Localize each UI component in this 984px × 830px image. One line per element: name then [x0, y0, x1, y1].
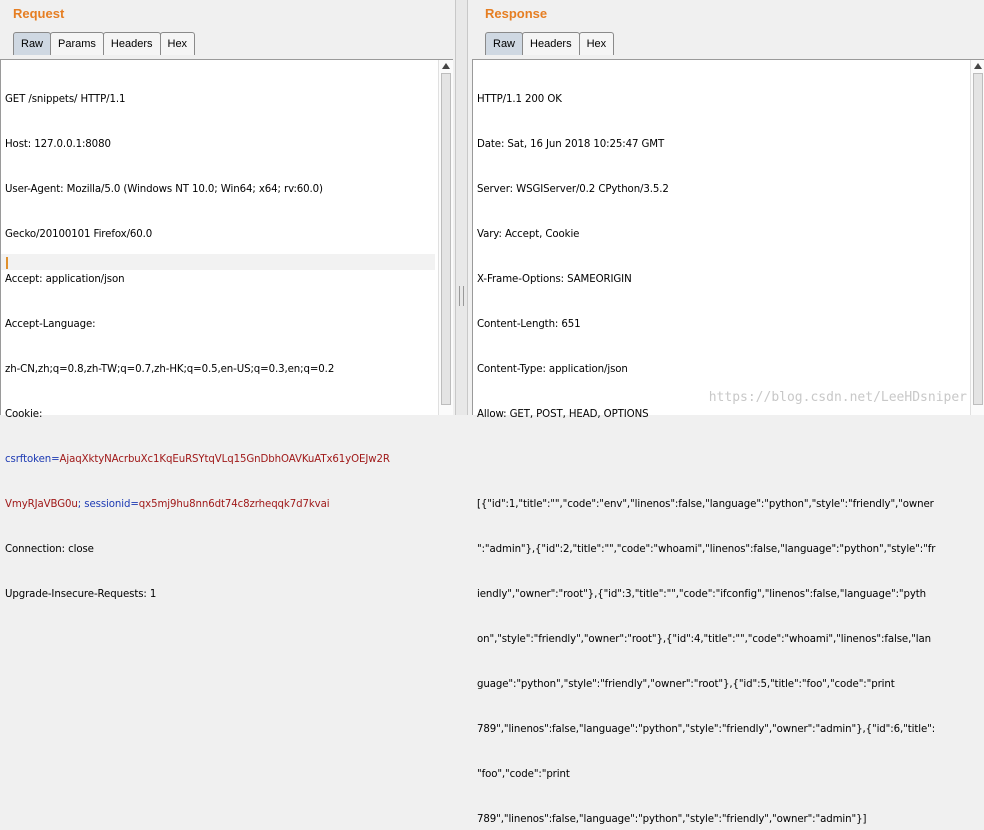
scroll-up-icon[interactable] [442, 63, 450, 69]
response-line: Vary: Accept, Cookie [477, 229, 580, 240]
response-title: Response [485, 6, 548, 21]
request-line: Accept: application/json [5, 274, 125, 285]
scroll-up-icon[interactable] [974, 63, 982, 69]
request-editor[interactable]: GET /snippets/ HTTP/1.1 Host: 127.0.0.1:… [0, 59, 453, 600]
response-line: [{"id":1,"title":"","code":"env","lineno… [477, 499, 934, 510]
tab-raw[interactable]: Raw [485, 32, 524, 55]
cookie-line-1: csrftoken=AjaqXktyNAcrbuXc1KqEuRSYtqVLq1… [5, 454, 390, 465]
response-panel: Response Raw Headers Hex HTTP/1.1 200 OK… [468, 0, 984, 825]
request-line: zh-CN,zh;q=0.8,zh-TW;q=0.7,zh-HK;q=0.5,e… [5, 364, 335, 375]
tab-headers[interactable]: Headers [102, 32, 161, 55]
request-line: User-Agent: Mozilla/5.0 (Windows NT 10.0… [5, 184, 323, 195]
request-line: Host: 127.0.0.1:8080 [5, 139, 111, 150]
scroll-thumb[interactable] [973, 73, 983, 405]
response-line: 789","linenos":false,"language":"python"… [477, 724, 936, 735]
tab-hex[interactable]: Hex [159, 32, 196, 55]
response-line: Server: WSGIServer/0.2 CPython/3.5.2 [477, 184, 669, 195]
split-divider[interactable] [455, 0, 468, 415]
request-tabs: Raw Params Headers Hex [13, 32, 196, 56]
response-line: X-Frame-Options: SAMEORIGIN [477, 274, 632, 285]
request-line: Upgrade-Insecure-Requests: 1 [5, 589, 157, 600]
response-text[interactable]: HTTP/1.1 200 OK Date: Sat, 16 Jun 2018 1… [477, 62, 967, 830]
response-line: HTTP/1.1 200 OK [477, 94, 562, 105]
tab-raw[interactable]: Raw [13, 32, 52, 55]
csrftoken-name: csrftoken [5, 454, 52, 465]
sessionid-value: qx5mj9hu8nn6dt74c8zrheqqk7d7kvai [138, 499, 330, 510]
response-line: ":"admin"},{"id":2,"title":"","code":"wh… [477, 544, 936, 555]
request-title: Request [13, 6, 65, 21]
response-line: Content-Length: 651 [477, 319, 581, 330]
response-line: Date: Sat, 16 Jun 2018 10:25:47 GMT [477, 139, 665, 150]
scroll-thumb[interactable] [441, 73, 451, 405]
response-line: on","style":"friendly","owner":"root"},{… [477, 634, 932, 645]
request-line: Connection: close [5, 544, 94, 555]
tab-headers[interactable]: Headers [522, 32, 580, 55]
request-line: Gecko/20100101 Firefox/60.0 [5, 229, 153, 240]
request-panel: Request Raw Params Headers Hex GET /snip… [0, 0, 455, 600]
csrftoken-value-cont: VmyRJaVBG0u [5, 499, 78, 510]
divider-grip-icon[interactable] [459, 286, 464, 306]
request-line: Accept-Language: [5, 319, 96, 330]
response-line: iendly","owner":"root"},{"id":3,"title":… [477, 589, 927, 600]
tab-hex[interactable]: Hex [578, 32, 615, 55]
request-scrollbar[interactable] [438, 60, 453, 415]
response-line: Content-Type: application/json [477, 364, 628, 375]
response-line: 789","linenos":false,"language":"python"… [477, 814, 867, 825]
response-editor[interactable]: HTTP/1.1 200 OK Date: Sat, 16 Jun 2018 1… [472, 59, 984, 825]
csrftoken-value: AjaqXktyNAcrbuXc1KqEuRSYtqVLq15GnDbhOAVK… [59, 454, 390, 465]
response-line: "foo","code":"print [477, 769, 570, 780]
response-line [477, 452, 967, 467]
sessionid-name: sessionid [84, 499, 131, 510]
response-line: guage":"python","style":"friendly","owne… [477, 679, 895, 690]
request-line: GET /snippets/ HTTP/1.1 [5, 94, 126, 105]
request-text[interactable]: GET /snippets/ HTTP/1.1 Host: 127.0.0.1:… [5, 62, 435, 632]
watermark: https://blog.csdn.net/LeeHDsniper [708, 390, 967, 405]
tab-params[interactable]: Params [50, 32, 104, 55]
response-tabs: Raw Headers Hex [485, 32, 615, 56]
cookie-line-2: VmyRJaVBG0u; sessionid=qx5mj9hu8nn6dt74c… [5, 499, 330, 510]
response-scrollbar[interactable] [970, 60, 984, 415]
